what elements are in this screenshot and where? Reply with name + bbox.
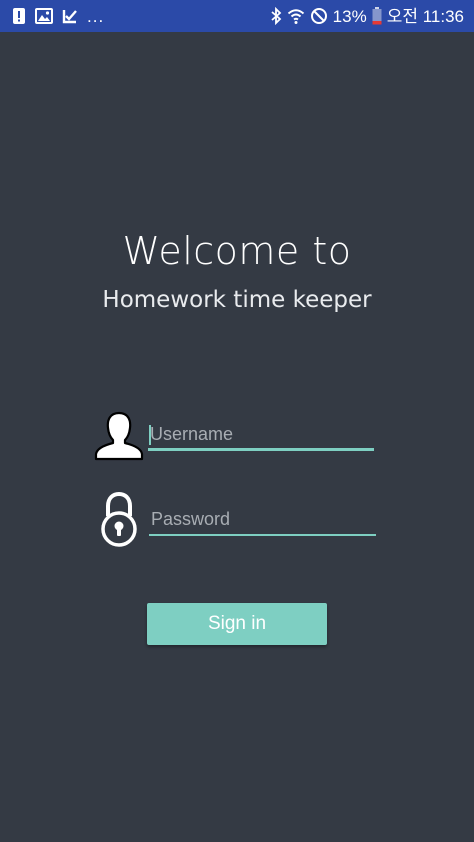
- clock: 오전 11:36: [386, 6, 464, 26]
- user-icon: [93, 410, 145, 462]
- bluetooth-icon: [270, 7, 282, 25]
- battery-icon: [372, 7, 382, 25]
- username-input[interactable]: [148, 420, 374, 451]
- alert-icon: [12, 7, 26, 25]
- sign-in-button[interactable]: Sign in: [147, 603, 327, 645]
- do-not-disturb-icon: [310, 7, 328, 25]
- image-icon: [35, 8, 53, 24]
- lock-icon: [99, 491, 139, 548]
- wifi-icon: [287, 7, 305, 25]
- status-bar: ... 13% 오전 11:36: [0, 0, 474, 32]
- check-icon: [62, 8, 78, 24]
- battery-percent: 13%: [332, 6, 367, 26]
- app-name: Homework time keeper: [102, 287, 372, 313]
- more-notifications: ...: [87, 6, 105, 26]
- welcome-heading: Welcome to: [122, 229, 352, 273]
- password-input[interactable]: [149, 505, 376, 536]
- notification-area: ...: [12, 7, 104, 25]
- system-status-area: 13% 오전 11:36: [270, 7, 464, 25]
